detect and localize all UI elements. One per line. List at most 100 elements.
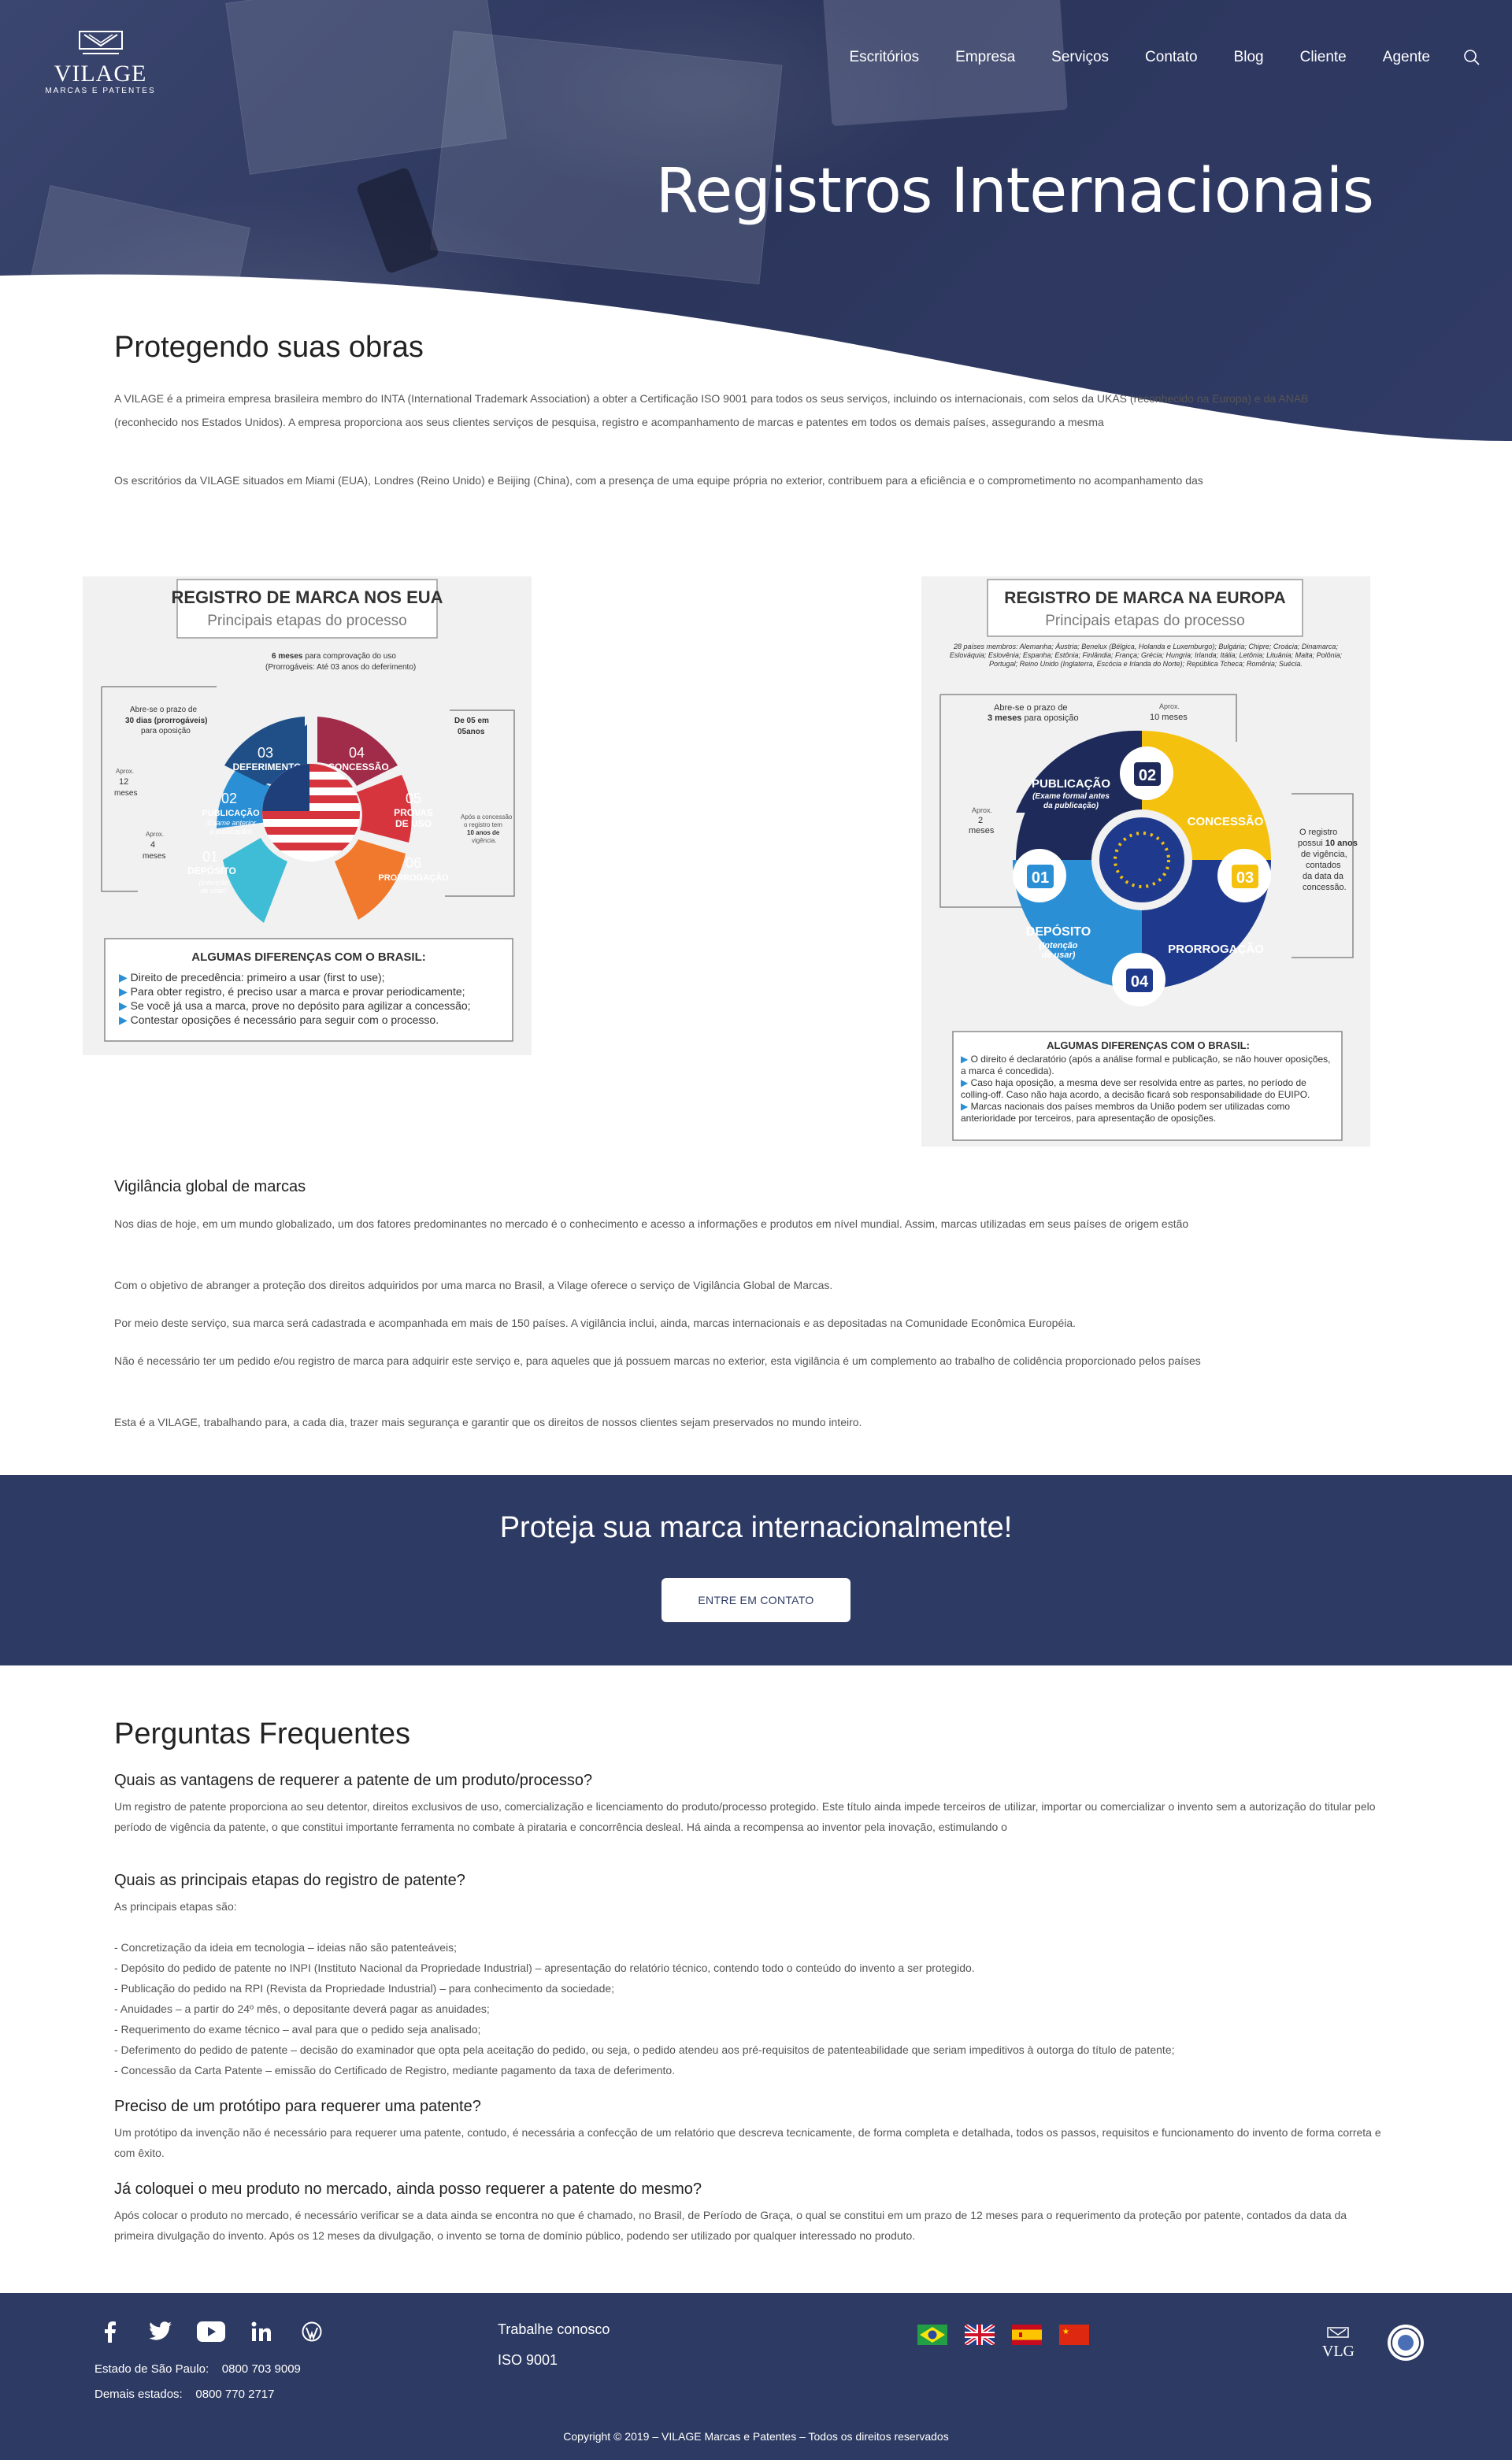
svg-text:contados: contados bbox=[1306, 861, 1341, 870]
uk-flag[interactable] bbox=[965, 2325, 995, 2345]
svg-text:06: 06 bbox=[406, 855, 421, 871]
svg-text:Abre-se o prazo de: Abre-se o prazo de bbox=[130, 706, 197, 714]
infographics-row: REGISTRO DE MARCA NOS EUA Principais eta… bbox=[0, 576, 1512, 1147]
iso-9001-link[interactable]: ISO 9001 bbox=[498, 2352, 610, 2369]
svg-text:CONCESSÃO: CONCESSÃO bbox=[1188, 814, 1264, 828]
vlg-logo: VLG bbox=[1322, 2326, 1354, 2359]
svg-text:meses: meses bbox=[114, 789, 137, 798]
language-flags: ★ bbox=[917, 2325, 1106, 2345]
faq-answer-1: Um registro de patente proporciona ao se… bbox=[114, 1800, 1376, 1833]
svg-text:30 dias (prorrogáveis): 30 dias (prorrogáveis) bbox=[125, 717, 207, 725]
nav-servicos[interactable]: Serviços bbox=[1051, 49, 1109, 66]
svg-text:▶ Direito de precedência: prim: ▶ Direito de precedência: primeiro a usa… bbox=[119, 971, 385, 984]
svg-text:04: 04 bbox=[1131, 973, 1149, 991]
nav-cliente[interactable]: Cliente bbox=[1300, 49, 1347, 66]
svg-text:de usar): de usar) bbox=[1042, 950, 1076, 960]
vigilancia-paragraph-1: Nos dias de hoje, em um mundo globalizad… bbox=[114, 1217, 1189, 1230]
eua-diff-2: Para obter registro, é preciso usar a ma… bbox=[131, 985, 465, 998]
svg-text:10 anos de: 10 anos de bbox=[467, 829, 500, 836]
eu-title: REGISTRO DE MARCA NA EUROPA bbox=[1004, 589, 1285, 607]
svg-text:de vigência,: de vigência, bbox=[1301, 850, 1347, 859]
footer-phone-other-number[interactable]: 0800 770 2717 bbox=[195, 2388, 274, 2401]
svg-text:De 05 em: De 05 em bbox=[454, 717, 489, 725]
svg-text:02: 02 bbox=[221, 791, 237, 806]
svg-text:meses: meses bbox=[969, 826, 995, 835]
eua-diff-title: ALGUMAS DIFERENÇAS COM O BRASIL: bbox=[191, 950, 426, 964]
svg-text:12: 12 bbox=[119, 777, 128, 787]
brazil-flag[interactable] bbox=[917, 2325, 947, 2345]
contact-button[interactable]: ENTRE EM CONTATO bbox=[662, 1578, 850, 1622]
svg-text:(Intenção: (Intenção bbox=[198, 879, 228, 887]
certification-seal-icon bbox=[1388, 2325, 1424, 2361]
svg-text:03: 03 bbox=[1236, 869, 1254, 887]
svg-text:concessão.: concessão. bbox=[1303, 883, 1347, 892]
svg-text:à publicação): à publicação) bbox=[209, 828, 252, 835]
vilage-logo[interactable]: VILAGE MARCAS E PATENTES bbox=[32, 30, 169, 97]
svg-text:Aprox.: Aprox. bbox=[1159, 702, 1180, 710]
faq-question-3: Preciso de um protótipo para requerer um… bbox=[114, 2098, 481, 2115]
infographic-europa: REGISTRO DE MARCA NA EUROPA Principais e… bbox=[921, 576, 1370, 1147]
svg-text:▶ Para obter registro, é preci: ▶ Para obter registro, é preciso usar a … bbox=[119, 985, 465, 998]
svg-text:CONCESSÃO: CONCESSÃO bbox=[328, 761, 388, 772]
svg-text:PUBLICAÇÃO: PUBLICAÇÃO bbox=[1032, 776, 1110, 791]
faq-title: Perguntas Frequentes bbox=[114, 1717, 411, 1751]
svg-text:(Exame anterior: (Exame anterior bbox=[206, 819, 257, 827]
twitter-icon[interactable] bbox=[145, 2320, 176, 2343]
facebook-icon[interactable] bbox=[94, 2320, 126, 2343]
svg-text:10 meses: 10 meses bbox=[1150, 713, 1188, 722]
eu-members-text: 28 países membros: Alemanha; Áustria; Be… bbox=[949, 643, 1343, 668]
work-with-us-link[interactable]: Trabalhe conosco bbox=[498, 2321, 610, 2338]
svg-text:3 meses para oposição: 3 meses para oposição bbox=[988, 713, 1079, 723]
intro-section: Protegendo suas obras A VILAGE é a prime… bbox=[114, 331, 1390, 492]
svg-text:04: 04 bbox=[349, 745, 365, 761]
svg-text:01: 01 bbox=[1032, 869, 1049, 887]
vigilancia-title: Vigilância global de marcas bbox=[114, 1178, 306, 1195]
social-links bbox=[94, 2320, 346, 2343]
svg-text:O registro: O registro bbox=[1299, 828, 1337, 837]
svg-text:meses: meses bbox=[143, 852, 165, 861]
vigilancia-paragraph-4: Não é necessário ter um pedido e/ou regi… bbox=[114, 1354, 1201, 1367]
linkedin-icon[interactable] bbox=[246, 2320, 277, 2343]
intro-paragraph-1: A VILAGE é a primeira empresa brasileira… bbox=[114, 392, 1309, 428]
intro-paragraph-2: Os escritórios da VILAGE situados em Mia… bbox=[114, 474, 1203, 487]
svg-text:para oposição: para oposição bbox=[141, 727, 191, 735]
nav-empresa[interactable]: Empresa bbox=[955, 49, 1015, 66]
svg-text:PUBLICAÇÃO: PUBLICAÇÃO bbox=[202, 808, 260, 818]
eua-subtitle: Principais etapas do processo bbox=[207, 613, 406, 629]
svg-text:▶ Contestar oposições é necess: ▶ Contestar oposições é necessário para … bbox=[119, 1013, 439, 1026]
vlg-mark-icon bbox=[1327, 2326, 1350, 2338]
site-footer: Estado de São Paulo: 0800 703 9009 Demai… bbox=[0, 2293, 1512, 2460]
svg-text:2: 2 bbox=[978, 816, 983, 825]
infographic-eua: REGISTRO DE MARCA NOS EUA Principais eta… bbox=[83, 576, 532, 1055]
svg-text:Abre-se o prazo de: Abre-se o prazo de bbox=[994, 703, 1068, 713]
eua-diff-4: Contestar oposições é necessário para se… bbox=[131, 1013, 439, 1026]
faq-question-2: Quais as principais etapas do registro d… bbox=[114, 1872, 465, 1889]
svg-text:(Exame formal antes: (Exame formal antes bbox=[1032, 792, 1110, 801]
svg-text:PRORROGAÇÃO: PRORROGAÇÃO bbox=[378, 872, 449, 883]
eua-diff-1: Direito de precedência: primeiro a usar … bbox=[131, 971, 385, 984]
search-icon[interactable] bbox=[1463, 49, 1480, 66]
nav-agente[interactable]: Agente bbox=[1383, 49, 1430, 66]
wordpress-icon[interactable] bbox=[296, 2320, 328, 2343]
logo-mark-icon bbox=[78, 31, 123, 54]
svg-text:01: 01 bbox=[202, 849, 218, 865]
youtube-icon[interactable] bbox=[195, 2320, 227, 2343]
faq-section: Perguntas Frequentes Quais as vantagens … bbox=[0, 1717, 1512, 2293]
faq-answer-3: Um protótipo da invenção não é necessári… bbox=[114, 2126, 1381, 2159]
spain-flag[interactable] bbox=[1012, 2325, 1042, 2345]
china-flag[interactable]: ★ bbox=[1059, 2325, 1089, 2345]
cta-title: Proteja sua marca internacionalmente! bbox=[499, 1511, 1013, 1544]
footer-seals: VLG bbox=[1322, 2323, 1425, 2362]
footer-phone-other-label: Demais estados: bbox=[94, 2388, 183, 2401]
svg-text:o registro tem: o registro tem bbox=[464, 821, 502, 828]
nav-escritorios[interactable]: Escritórios bbox=[849, 49, 919, 66]
footer-phone-sp-number[interactable]: 0800 703 9009 bbox=[222, 2362, 301, 2376]
svg-text:DEPÓSITO: DEPÓSITO bbox=[187, 865, 236, 876]
nav-blog[interactable]: Blog bbox=[1234, 49, 1264, 66]
vigilancia-paragraph-2: Com o objetivo de abranger a proteção do… bbox=[114, 1279, 833, 1291]
svg-text:da publicação): da publicação) bbox=[1043, 802, 1099, 810]
svg-text:Após a concessão: Após a concessão bbox=[461, 813, 513, 821]
cta-banner: Proteja sua marca internacionalmente! EN… bbox=[0, 1475, 1512, 1665]
svg-text:Aprox.: Aprox. bbox=[972, 806, 992, 814]
nav-contato[interactable]: Contato bbox=[1145, 49, 1198, 66]
